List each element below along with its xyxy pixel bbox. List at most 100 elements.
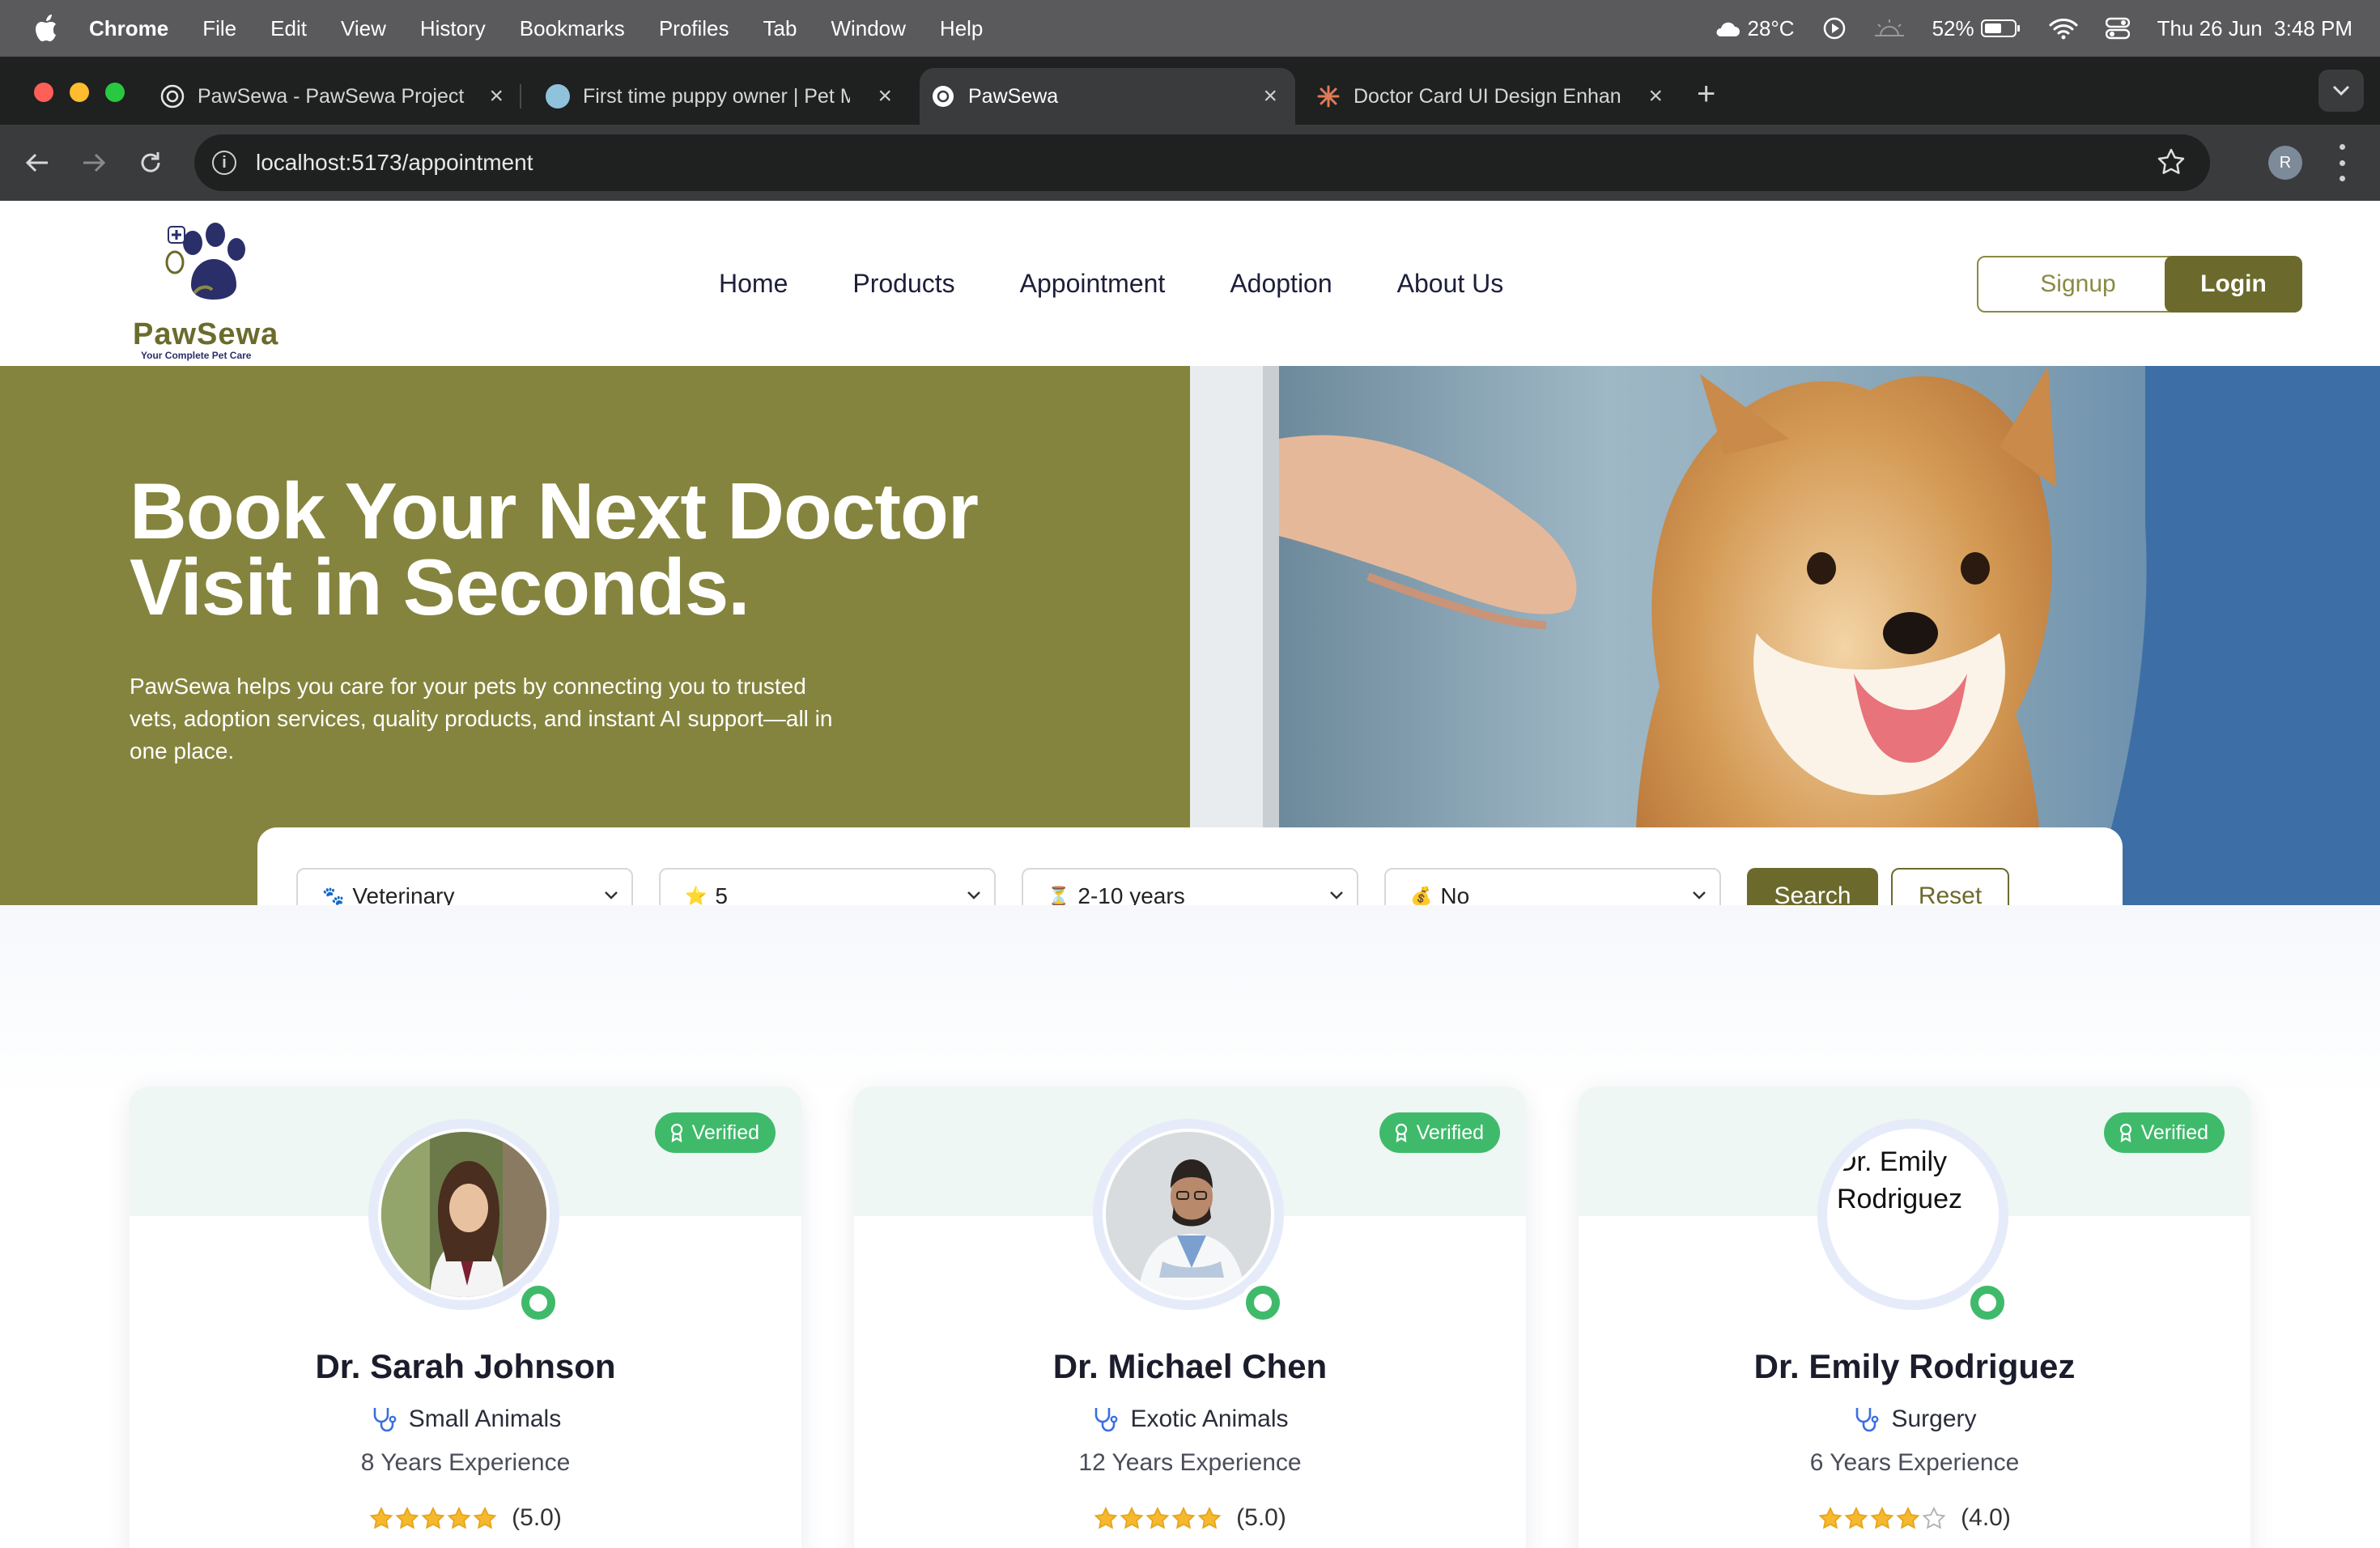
close-tab-icon[interactable]: × [1263, 83, 1277, 110]
menu-tab[interactable]: Tab [763, 16, 797, 41]
verified-badge: Verified [2103, 1112, 2225, 1153]
claude-icon [1317, 85, 1340, 108]
stethoscope-icon [1095, 1408, 1118, 1432]
doctor-search-panel: 🐾 Veterinary ⭐ 5 ⏳ 2-10 years 💰 No Searc… [257, 827, 2123, 905]
star-filled-icon [421, 1507, 445, 1529]
weather-widget[interactable]: 28°C [1713, 15, 1795, 41]
doctor-specialty-label: Surgery [1891, 1406, 1977, 1432]
doctor-rating: (5.0) [130, 1504, 801, 1532]
verified-badge-label: Verified [691, 1121, 759, 1144]
doctor-portrait [381, 1132, 546, 1297]
hero-text-panel: Book Your Next Doctor Visit in Seconds. … [0, 366, 1190, 905]
menu-app-name[interactable]: Chrome [89, 16, 168, 41]
award-icon [2119, 1123, 2131, 1142]
nav-adoption[interactable]: Adoption [1230, 269, 1332, 299]
doctor-specialty: Exotic Animals [854, 1406, 1526, 1433]
chevron-down-icon [1330, 891, 1343, 899]
nav-products[interactable]: Products [852, 269, 954, 299]
minimize-window-button[interactable] [70, 83, 89, 102]
close-tab-icon[interactable]: × [489, 83, 504, 110]
address-bar[interactable]: i localhost:5173/appointment [194, 134, 2210, 191]
reset-button[interactable]: Reset [1891, 868, 2009, 905]
browser-tab-active[interactable]: PawSewa × [920, 68, 1295, 125]
stethoscope-icon [1856, 1408, 1879, 1432]
doctor-experience: 8 Years Experience [360, 1449, 571, 1476]
forward-button[interactable] [78, 147, 110, 179]
menu-view[interactable]: View [341, 16, 386, 41]
browser-tab[interactable]: PawSewa - PawSewa Project × [149, 68, 521, 125]
vet-corgi-photo [1190, 366, 2380, 905]
reload-button[interactable] [134, 147, 167, 179]
status-area: 28°C 52% Thu 26 Jun 3:48 PM [1713, 0, 2352, 57]
doctor-name: Dr. Michael Chen [1052, 1347, 1328, 1385]
site-header: PawSewa Your Complete Pet Care Home Prod… [0, 201, 2380, 366]
close-tab-icon[interactable]: × [1648, 83, 1663, 110]
doctor-card[interactable]: Verified Dr. Michael Chen Exotic Animals… [854, 1087, 1526, 1548]
browser-tab[interactable]: Doctor Card UI Design Enhan × [1305, 68, 1681, 125]
verified-badge: Verified [654, 1112, 776, 1153]
star-filled-icon [447, 1507, 471, 1529]
doctor-name: Dr. Emily Rodriguez [1753, 1347, 2076, 1385]
now-playing-icon[interactable] [1822, 16, 1847, 40]
new-tab-button[interactable]: + [1697, 76, 1715, 113]
nav-home[interactable]: Home [719, 269, 788, 299]
brightness-icon[interactable] [1874, 18, 1905, 39]
rating-value: (4.0) [1961, 1504, 2011, 1531]
close-window-button[interactable] [34, 83, 53, 102]
back-button[interactable] [21, 147, 53, 179]
menu-help[interactable]: Help [940, 16, 983, 41]
online-status-indicator [516, 1281, 560, 1325]
url-text[interactable]: localhost:5173/appointment [256, 150, 533, 176]
category-select[interactable]: 🐾 Veterinary [296, 868, 633, 905]
apple-logo-icon[interactable] [32, 14, 58, 43]
battery-percent: 52% [1932, 15, 1974, 40]
wifi-icon[interactable] [2049, 17, 2078, 40]
menu-bookmarks[interactable]: Bookmarks [520, 16, 625, 41]
search-button[interactable]: Search [1747, 868, 1878, 905]
logo-tagline: Your Complete Pet Care [141, 350, 252, 361]
tab-title: Doctor Card UI Design Enhan [1354, 84, 1621, 108]
verified-badge-label: Verified [1416, 1121, 1484, 1144]
nav-about-us[interactable]: About Us [1397, 269, 1504, 299]
fee-select[interactable]: 💰 No [1384, 868, 1721, 905]
browser-tab[interactable]: First time puppy owner | Pet M × [534, 68, 910, 125]
verified-badge-label: Verified [2140, 1121, 2208, 1144]
menu-file[interactable]: File [202, 16, 236, 41]
battery-icon [1980, 19, 2020, 37]
menu-history[interactable]: History [420, 16, 486, 41]
verified-badge: Verified [1379, 1112, 1500, 1153]
close-tab-icon[interactable]: × [878, 83, 892, 110]
login-button[interactable]: Login [2165, 256, 2302, 313]
tab-search-button[interactable] [2318, 70, 2364, 112]
doctor-specialty-label: Small Animals [408, 1406, 562, 1432]
profile-avatar[interactable]: R [2268, 146, 2302, 180]
experience-select[interactable]: ⏳ 2-10 years [1022, 868, 1358, 905]
menu-window[interactable]: Window [831, 16, 905, 41]
rating-select[interactable]: ⭐ 5 [659, 868, 996, 905]
menu-profiles[interactable]: Profiles [659, 16, 729, 41]
bookmark-star-icon[interactable] [2157, 147, 2186, 176]
tab-title: PawSewa [968, 84, 1059, 108]
site-logo[interactable]: PawSewa Your Complete Pet Care [130, 220, 283, 361]
site-info-icon[interactable]: i [212, 151, 236, 175]
menubar-clock[interactable]: Thu 26 Jun 3:48 PM [2157, 16, 2352, 41]
tab-title: PawSewa - PawSewa Project [198, 84, 465, 108]
rating-value: (5.0) [1236, 1504, 1286, 1531]
stethoscope-icon [373, 1408, 397, 1432]
browser-menu-button[interactable] [2338, 144, 2346, 181]
doctor-card[interactable]: Verified Dr. Sarah Johnson Small Animals [130, 1087, 801, 1548]
zoom-window-button[interactable] [105, 83, 125, 102]
doctor-card[interactable]: Verified Dr. Emily Rodriguez Dr. Emily R… [1579, 1087, 2250, 1548]
battery-widget[interactable]: 52% [1932, 16, 2021, 41]
chevron-down-icon [2332, 85, 2350, 96]
menu-edit[interactable]: Edit [270, 16, 307, 41]
weather-temp: 28°C [1747, 15, 1795, 40]
category-select-value: Veterinary [352, 883, 455, 905]
reload-icon [141, 152, 160, 172]
doctor-experience: 6 Years Experience [1809, 1449, 2020, 1476]
money-bag-icon: 💰 [1410, 886, 1433, 905]
signup-button[interactable]: Signup [1977, 256, 2179, 313]
control-center-icon[interactable] [2105, 17, 2130, 40]
nav-appointment[interactable]: Appointment [1020, 269, 1166, 299]
doctor-specialty: Surgery [1579, 1406, 2250, 1433]
